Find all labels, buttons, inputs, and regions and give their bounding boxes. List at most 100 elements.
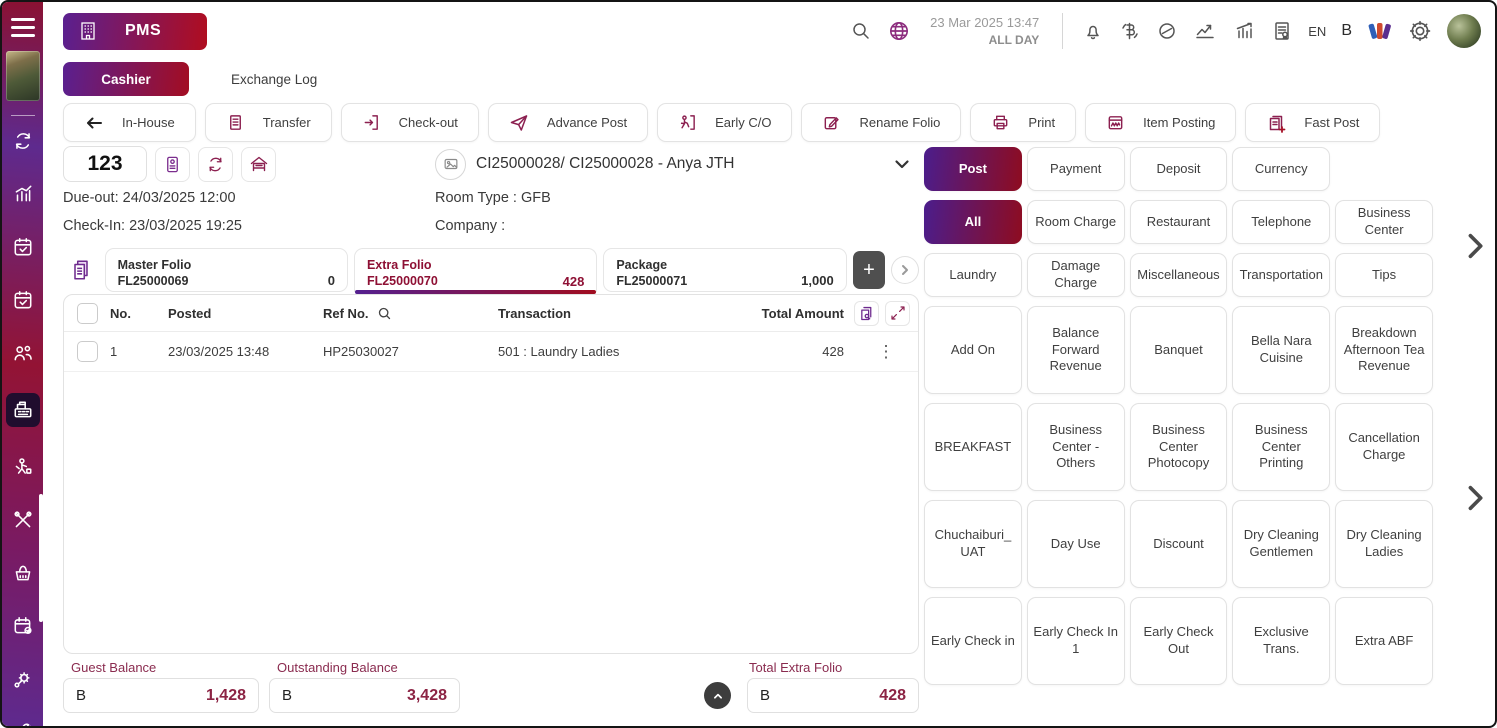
- sidebar-item-sync[interactable]: [8, 128, 38, 154]
- refresh-room-button[interactable]: [198, 147, 233, 182]
- sidebar-item-housekeeping[interactable]: [8, 454, 38, 480]
- currency-label[interactable]: B: [1341, 22, 1352, 40]
- block-icon[interactable]: [1156, 20, 1178, 42]
- posting-item[interactable]: BREAKFAST: [924, 403, 1022, 491]
- language-label[interactable]: EN: [1308, 24, 1326, 39]
- chevron-right-icon: [898, 263, 912, 277]
- folio-tab-package[interactable]: Package FL250000711,000: [603, 248, 846, 292]
- select-all-checkbox[interactable]: [77, 303, 98, 324]
- search-icon[interactable]: [850, 20, 872, 42]
- sidebar-item-maintenance[interactable]: [8, 719, 38, 728]
- cell-posted: 23/03/2025 13:48: [168, 344, 323, 359]
- globe-icon[interactable]: [887, 19, 911, 43]
- category-button[interactable]: Tips: [1335, 253, 1433, 297]
- notifications-bell-icon[interactable]: [1082, 20, 1104, 42]
- posting-item[interactable]: Early Check In 1: [1027, 597, 1125, 685]
- early-co-button[interactable]: Early C/O: [657, 103, 792, 142]
- guest-expand-chevron[interactable]: [885, 144, 919, 184]
- hamburger-menu-icon[interactable]: [11, 18, 35, 37]
- item-posting-button[interactable]: Item Posting: [1085, 103, 1236, 142]
- total-extra-folio: Total Extra Folio B428: [747, 660, 919, 713]
- category-button[interactable]: Restaurant: [1130, 200, 1228, 244]
- posting-item[interactable]: Dry Cleaning Gentlemen: [1232, 500, 1330, 588]
- mode-post-button[interactable]: Post: [924, 147, 1022, 191]
- add-folio-button[interactable]: +: [853, 251, 886, 289]
- settings-gear-icon[interactable]: [1408, 19, 1432, 43]
- posting-item[interactable]: Exclusive Trans.: [1232, 597, 1330, 685]
- sidebar-item-calendar-1[interactable]: [8, 234, 38, 260]
- ref-search-icon[interactable]: [377, 306, 392, 321]
- room-status-button[interactable]: [241, 147, 276, 182]
- user-avatar[interactable]: [1447, 14, 1481, 48]
- print-button[interactable]: Print: [970, 103, 1076, 142]
- property-photo-thumbnail[interactable]: [6, 51, 40, 101]
- posting-item[interactable]: Chuchaiburi_UAT: [924, 500, 1022, 588]
- row-checkbox[interactable]: [77, 341, 98, 362]
- posting-item[interactable]: Business Center - Others: [1027, 403, 1125, 491]
- baht-exchange-icon[interactable]: [1119, 20, 1141, 42]
- category-button[interactable]: Business Center: [1335, 200, 1433, 244]
- sidebar-item-schedule[interactable]: [8, 613, 38, 639]
- panel-next-page-bottom-button[interactable]: [1461, 482, 1489, 517]
- mode-payment-button[interactable]: Payment: [1027, 147, 1125, 191]
- sidebar-item-tools[interactable]: [8, 507, 38, 533]
- mode-deposit-button[interactable]: Deposit: [1130, 147, 1228, 191]
- posting-item[interactable]: Bella Nara Cuisine: [1232, 306, 1330, 394]
- rename-folio-label: Rename Folio: [859, 115, 940, 130]
- sidebar-item-statistics[interactable]: [8, 181, 38, 207]
- sidebar-item-calendar-2[interactable]: [8, 287, 38, 313]
- posting-item[interactable]: Early Check in: [924, 597, 1022, 685]
- stats-chart-icon[interactable]: [1232, 20, 1256, 42]
- guest-photo-icon[interactable]: [435, 149, 466, 180]
- posting-item[interactable]: Dry Cleaning Ladies: [1335, 500, 1433, 588]
- folio-scroll-right-button[interactable]: [891, 256, 919, 284]
- row-menu-kebab-icon[interactable]: ⋮: [854, 342, 918, 362]
- copy-search-button[interactable]: [854, 301, 879, 326]
- theme-palette-icon[interactable]: [1367, 19, 1393, 43]
- posting-item[interactable]: Business Center Photocopy: [1130, 403, 1228, 491]
- folio-tab-extra[interactable]: Extra Folio FL25000070428: [354, 248, 597, 292]
- check-out-button[interactable]: Check-out: [341, 103, 479, 142]
- posting-item[interactable]: Extra ABF: [1335, 597, 1433, 685]
- posting-item[interactable]: Cancellation Charge: [1335, 403, 1433, 491]
- posting-item[interactable]: Add On: [924, 306, 1022, 394]
- sidebar-item-guests[interactable]: [8, 340, 38, 366]
- posting-item[interactable]: Early Check Out: [1130, 597, 1228, 685]
- expand-table-button[interactable]: [885, 301, 910, 326]
- line-chart-icon[interactable]: [1193, 20, 1217, 42]
- registration-card-button[interactable]: [155, 147, 190, 182]
- panel-next-page-top-button[interactable]: [1461, 230, 1489, 265]
- category-button[interactable]: Damage Charge: [1027, 253, 1125, 297]
- category-button[interactable]: Laundry: [924, 253, 1022, 297]
- sidebar-item-integrations[interactable]: [8, 666, 38, 692]
- posting-item[interactable]: Day Use: [1027, 500, 1125, 588]
- category-button[interactable]: Miscellaneous: [1130, 253, 1228, 297]
- advance-post-button[interactable]: Advance Post: [488, 103, 648, 142]
- category-button[interactable]: Room Charge: [1027, 200, 1125, 244]
- sidebar-item-cashier[interactable]: [6, 393, 40, 427]
- pms-home-button[interactable]: PMS: [63, 13, 207, 50]
- folio-tab-master[interactable]: Master Folio FL250000690: [105, 248, 348, 292]
- posting-item[interactable]: Banquet: [1130, 306, 1228, 394]
- print-label: Print: [1028, 115, 1055, 130]
- posting-item[interactable]: Business Center Printing: [1232, 403, 1330, 491]
- posting-item[interactable]: Breakdown Afternoon Tea Revenue: [1335, 306, 1433, 394]
- folio-documents-icon[interactable]: [63, 248, 99, 292]
- tab-exchange-log[interactable]: Exchange Log: [231, 72, 317, 87]
- category-button[interactable]: Transportation: [1232, 253, 1330, 297]
- posting-item[interactable]: Balance Forward Revenue: [1027, 306, 1125, 394]
- rename-folio-button[interactable]: Rename Folio: [801, 103, 961, 142]
- tab-cashier[interactable]: Cashier: [63, 62, 189, 96]
- chevron-right-icon: [1461, 230, 1489, 262]
- mode-currency-button[interactable]: Currency: [1232, 147, 1330, 191]
- fast-post-button[interactable]: Fast Post: [1245, 103, 1380, 142]
- in-house-button[interactable]: In-House: [63, 103, 196, 142]
- sidebar-item-packages[interactable]: [8, 560, 38, 586]
- transfer-button[interactable]: Transfer: [205, 103, 332, 142]
- report-icon[interactable]: [1271, 20, 1293, 42]
- category-button[interactable]: Telephone: [1232, 200, 1330, 244]
- category-all-button[interactable]: All: [924, 200, 1022, 244]
- table-row[interactable]: 1 23/03/2025 13:48 HP25030027 501 : Laun…: [64, 332, 918, 372]
- posting-item[interactable]: Discount: [1130, 500, 1228, 588]
- collapse-panel-button[interactable]: [704, 682, 731, 709]
